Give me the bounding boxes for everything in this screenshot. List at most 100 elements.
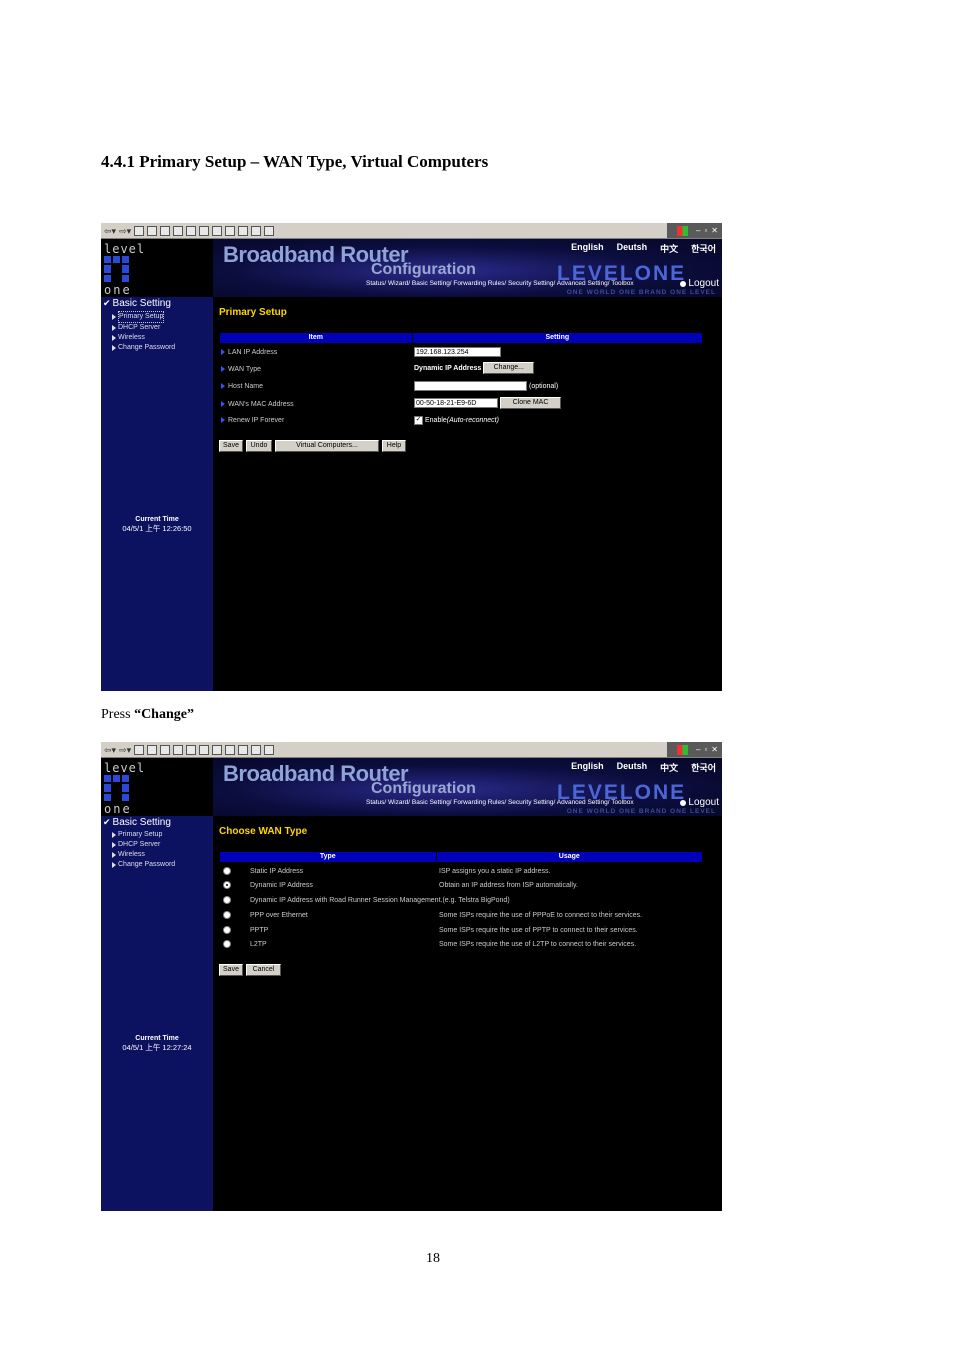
home-icon[interactable] — [160, 225, 171, 236]
lang-english[interactable]: English — [571, 761, 604, 774]
history-icon[interactable] — [199, 225, 210, 236]
change-button[interactable]: Change... — [483, 362, 535, 374]
search-icon[interactable] — [173, 225, 184, 236]
option-type-label: Dynamic IP Address — [250, 881, 313, 889]
option-usage-text: Some ISPs require the use of PPPoE to co… — [439, 911, 643, 919]
logout-link[interactable]: Logout — [680, 797, 719, 808]
top-nav-links[interactable]: Status/ Wizard/ Basic Setting/ Forwardin… — [366, 799, 634, 806]
arrow-right-icon — [112, 842, 116, 848]
main-content: Choose WAN Type Type Usage Static IP Add… — [213, 816, 722, 1211]
current-time: Current Time 04/5/1 上午 12:26:50 — [101, 516, 213, 534]
wan-mac-input[interactable]: 00-50-18-21-E9-6D — [414, 398, 498, 408]
logout-link[interactable]: Logout — [680, 278, 719, 289]
sidebar-item-wireless[interactable]: Wireless — [112, 850, 175, 860]
refresh-icon[interactable] — [147, 225, 158, 236]
minimize-icon[interactable]: – — [696, 745, 700, 755]
lan-ip-field-area: 192.168.123.254 — [414, 347, 501, 357]
sidebar-item-dhcp-server[interactable]: DHCP Server — [112, 840, 175, 850]
lang-chinese[interactable]: 中文 — [660, 761, 678, 774]
mail-icon[interactable] — [212, 225, 223, 236]
logo-one-text: one — [104, 802, 132, 816]
main-content: Primary Setup Item Setting LAN IP Addres… — [213, 297, 722, 691]
wan-option-road-runner[interactable]: Dynamic IP Address with Road Runner Sess… — [223, 893, 510, 907]
lang-korean[interactable]: 한국어 — [691, 242, 716, 255]
top-nav-links[interactable]: Status/ Wizard/ Basic Setting/ Forwardin… — [366, 280, 634, 287]
save-button[interactable]: Save — [219, 964, 243, 976]
lan-ip-input[interactable]: 192.168.123.254 — [414, 347, 501, 357]
sidebar-item-dhcp-server[interactable]: DHCP Server — [112, 323, 175, 333]
enable-checkbox[interactable]: ✓ — [414, 416, 423, 425]
back-icon[interactable]: ⇦▾ — [104, 745, 116, 755]
edit-icon[interactable] — [238, 225, 249, 236]
host-name-input[interactable] — [414, 381, 527, 391]
static-ip-radio[interactable] — [223, 867, 231, 875]
home-icon[interactable] — [160, 744, 171, 755]
refresh-icon[interactable] — [147, 744, 158, 755]
sidebar-item-wireless[interactable]: Wireless — [112, 333, 175, 343]
print-icon[interactable] — [225, 225, 236, 236]
history-icon[interactable] — [199, 744, 210, 755]
dynamic-ip-radio[interactable] — [223, 881, 231, 889]
lang-korean[interactable]: 한국어 — [691, 761, 716, 774]
print-icon[interactable] — [225, 744, 236, 755]
page-title: Primary Setup — [219, 307, 287, 318]
back-icon[interactable]: ⇦▾ — [104, 226, 116, 236]
option-type-label: Dynamic IP Address with Road Runner Sess… — [250, 896, 510, 904]
forward-icon[interactable]: ⇨▾ — [119, 226, 131, 236]
mail-icon[interactable] — [212, 744, 223, 755]
clone-mac-button[interactable]: Clone MAC — [500, 397, 561, 409]
cancel-button[interactable]: Cancel — [246, 964, 281, 976]
lang-deutsch[interactable]: Deutsh — [617, 242, 648, 255]
messenger-icon[interactable] — [264, 225, 275, 236]
host-name-optional-note: (optional) — [529, 382, 559, 390]
wan-option-l2tp[interactable]: L2TP Some ISPs require the use of L2TP t… — [223, 937, 636, 951]
discuss-icon[interactable] — [251, 225, 262, 236]
wan-option-dynamic[interactable]: Dynamic IP Address Obtain an IP address … — [223, 878, 578, 892]
host-name-field-area: (optional) — [414, 381, 558, 391]
lang-chinese[interactable]: 中文 — [660, 242, 678, 255]
help-button[interactable]: Help — [382, 440, 406, 452]
sidebar-section-basic-setting[interactable]: ✔ Basic Setting — [103, 817, 171, 828]
lang-deutsch[interactable]: Deutsh — [617, 761, 648, 774]
sidebar-item-primary-setup[interactable]: Primary Setup — [112, 830, 175, 840]
wan-option-static[interactable]: Static IP Address ISP assigns you a stat… — [223, 864, 550, 878]
lang-english[interactable]: English — [571, 242, 604, 255]
wan-option-pptp[interactable]: PPTP Some ISPs require the use of PPTP t… — [223, 923, 638, 937]
messenger-icon[interactable] — [264, 744, 275, 755]
forward-icon[interactable]: ⇨▾ — [119, 745, 131, 755]
section-heading: 4.4.1 Primary Setup – WAN Type, Virtual … — [101, 152, 489, 171]
current-time-value: 04/5/1 上午 12:26:50 — [122, 524, 192, 533]
brand-subtitle: Configuration — [371, 780, 476, 797]
minimize-icon[interactable]: – — [696, 226, 700, 236]
favorites-icon[interactable] — [186, 225, 197, 236]
save-button[interactable]: Save — [219, 440, 243, 452]
restore-icon[interactable]: ▫ — [704, 745, 707, 755]
arrow-right-icon — [112, 325, 116, 331]
press-change-instruction: Press “Change” — [101, 707, 194, 723]
sidebar-section-basic-setting[interactable]: ✔ Basic Setting — [103, 298, 171, 309]
option-usage-text: Obtain an IP address from ISP automatica… — [439, 881, 578, 889]
sidebar-item-change-password[interactable]: Change Password — [112, 343, 175, 353]
pppoe-radio[interactable] — [223, 911, 231, 919]
stop-icon[interactable] — [134, 225, 145, 236]
stop-icon[interactable] — [134, 744, 145, 755]
edit-icon[interactable] — [238, 744, 249, 755]
discuss-icon[interactable] — [251, 744, 262, 755]
table-header: Type Usage — [220, 852, 702, 862]
virtual-computers-button[interactable]: Virtual Computers... — [275, 440, 379, 452]
sidebar-item-change-password[interactable]: Change Password — [112, 860, 175, 870]
sidebar-item-primary-setup[interactable]: Primary Setup — [112, 311, 175, 323]
logout-label: Logout — [688, 278, 719, 289]
restore-icon[interactable]: ▫ — [704, 226, 707, 236]
favorites-icon[interactable] — [186, 744, 197, 755]
pptp-radio[interactable] — [223, 926, 231, 934]
road-runner-radio[interactable] — [223, 896, 231, 904]
l2tp-radio[interactable] — [223, 940, 231, 948]
close-icon[interactable]: ✕ — [711, 745, 718, 755]
search-icon[interactable] — [173, 744, 184, 755]
undo-button[interactable]: Undo — [246, 440, 272, 452]
primary-setup-screenshot: ⇦▾ ⇨▾ – ▫ ✕ level one Broadband Router C… — [101, 223, 722, 691]
option-type-label: PPP over Ethernet — [250, 911, 308, 919]
close-icon[interactable]: ✕ — [711, 226, 718, 236]
wan-option-pppoe[interactable]: PPP over Ethernet Some ISPs require the … — [223, 908, 642, 922]
